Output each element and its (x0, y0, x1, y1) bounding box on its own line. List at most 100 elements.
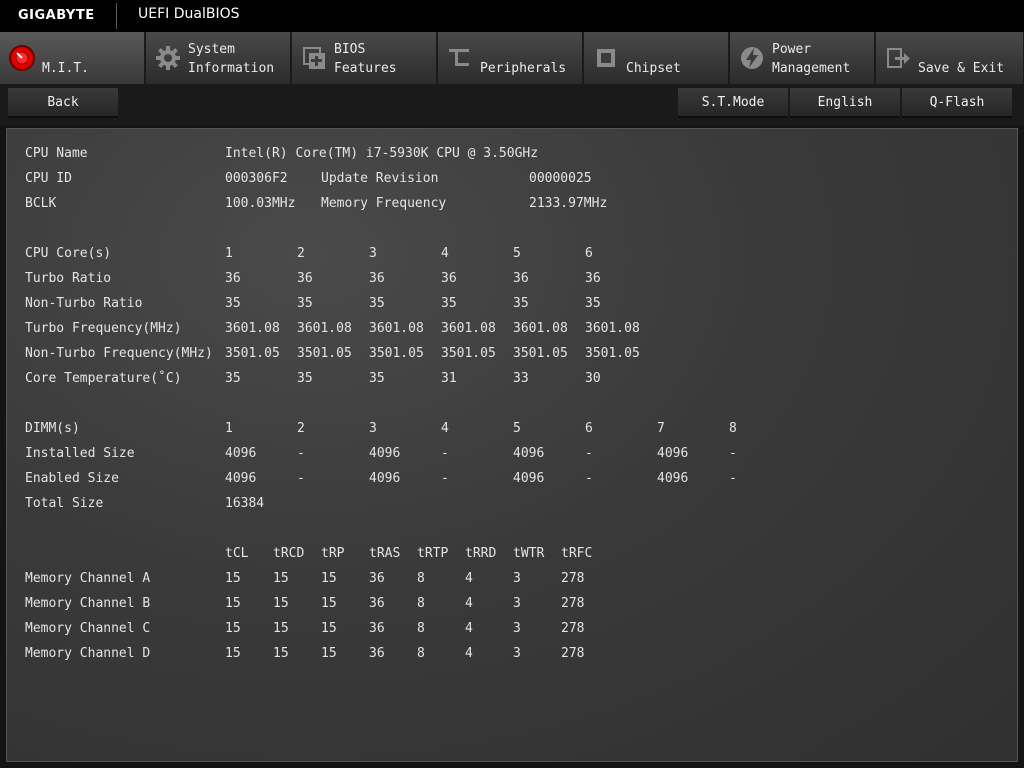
tab-save-exit-label: Save & Exit (918, 61, 1005, 76)
dimm-header-cell: 1 (225, 421, 233, 436)
toolbar: Back S.T.Mode English Q-Flash (0, 84, 1024, 126)
timing-cell: 36 (369, 646, 385, 661)
timing-cell: 15 (225, 596, 241, 611)
power-icon (738, 44, 766, 72)
brand-logo: GIGABYTE (18, 8, 95, 23)
timing-cell: 15 (321, 596, 337, 611)
timing-cell: 15 (321, 621, 337, 636)
installed-size-cell: - (297, 446, 305, 461)
tab-save-exit[interactable]: Save & Exit (876, 32, 1024, 84)
turbo-ratio-cell: 36 (369, 271, 385, 286)
system-status-panel: CPU Name Intel(R) Core(TM) i7-5930K CPU … (6, 128, 1018, 762)
installed-size-cell: - (585, 446, 593, 461)
dimm-header-cell: 5 (513, 421, 521, 436)
dimm-header-cell: 2 (297, 421, 305, 436)
non-turbo-ratio-label: Non-Turbo Ratio (25, 296, 143, 311)
timing-cell: 15 (225, 621, 241, 636)
core-header-cell: 4 (441, 246, 449, 261)
timing-cell: 36 (369, 571, 385, 586)
tab-mit-label: M.I.T. (42, 61, 89, 76)
non-turbo-ratio-cell: 35 (441, 296, 457, 311)
dimm-header-cell: 8 (729, 421, 737, 436)
non-turbo-ratio-cell: 35 (513, 296, 529, 311)
core-header-cell: 2 (297, 246, 305, 261)
cpu-cores-header-label: CPU Core(s) (25, 246, 112, 261)
turbo-frequency-cell: 3601.08 (585, 321, 640, 336)
timing-cell: 15 (321, 646, 337, 661)
tab-peripherals[interactable]: Peripherals (438, 32, 583, 84)
enabled-size-cell: 4096 (657, 471, 689, 486)
timing-cell: 4 (465, 646, 473, 661)
timing-cell: 278 (561, 571, 585, 586)
update-revision-label: Update Revision (321, 171, 439, 186)
turbo-frequency-cell: 3601.08 (441, 321, 496, 336)
core-temperature-cell: 35 (297, 371, 313, 386)
timing-cell: 4 (465, 571, 473, 586)
dimm-header-cell: 6 (585, 421, 593, 436)
product-title: UEFI DualBIOS (138, 6, 240, 22)
timing-cell: 8 (417, 596, 425, 611)
st-mode-button[interactable]: S.T.Mode (678, 88, 788, 118)
timing-cell: 15 (225, 571, 241, 586)
q-flash-button[interactable]: Q-Flash (902, 88, 1012, 118)
timing-cell: 278 (561, 621, 585, 636)
non-turbo-frequency-cell: 3501.05 (369, 346, 424, 361)
update-revision-value: 00000025 (529, 171, 592, 186)
turbo-ratio-cell: 36 (297, 271, 313, 286)
timing-cell: 15 (225, 646, 241, 661)
timing-cell: 8 (417, 646, 425, 661)
enabled-size-label: Enabled Size (25, 471, 119, 486)
timing-header-cell: tRP (321, 546, 345, 561)
memory-frequency-label: Memory Frequency (321, 196, 447, 211)
non-turbo-ratio-cell: 35 (297, 296, 313, 311)
language-button[interactable]: English (790, 88, 900, 118)
dimm-header-cell: 3 (369, 421, 377, 436)
timing-cell: 4 (465, 596, 473, 611)
tab-bios-features-label: BIOS Features (334, 42, 397, 76)
memory-channel-b-label: Memory Channel B (25, 596, 151, 611)
cpu-name-value: Intel(R) Core(TM) i7-5930K CPU @ 3.50GHz (225, 146, 539, 161)
enabled-size-cell: 4096 (225, 471, 257, 486)
turbo-frequency-label: Turbo Frequency(MHz) (25, 321, 182, 336)
timing-header-cell: tRAS (369, 546, 401, 561)
non-turbo-frequency-label: Non-Turbo Frequency(MHz) (25, 346, 213, 361)
dimm-header-cell: 4 (441, 421, 449, 436)
core-temperature-cell: 33 (513, 371, 529, 386)
tab-chipset[interactable]: Chipset (584, 32, 729, 84)
installed-size-cell: 4096 (225, 446, 257, 461)
enabled-size-cell: - (297, 471, 305, 486)
cpu-id-label: CPU ID (25, 171, 72, 186)
timing-cell: 36 (369, 621, 385, 636)
enabled-size-cell: - (729, 471, 737, 486)
timing-cell: 3 (513, 621, 521, 636)
non-turbo-ratio-cell: 35 (225, 296, 241, 311)
timing-cell: 15 (273, 571, 289, 586)
tab-peripherals-label: Peripherals (480, 61, 567, 76)
tab-system-information-label: System Information (188, 42, 275, 76)
timing-cell: 15 (273, 596, 289, 611)
chip-icon (592, 44, 620, 72)
main-tab-bar: M.I.T. System Information BIOS Features … (0, 32, 1024, 84)
non-turbo-frequency-cell: 3501.05 (513, 346, 568, 361)
timing-header-cell: tRTP (417, 546, 449, 561)
dimm-header-cell: 7 (657, 421, 665, 436)
timing-cell: 278 (561, 596, 585, 611)
peripherals-icon (446, 44, 474, 72)
tab-power-management[interactable]: Power Management (730, 32, 875, 84)
tab-bios-features[interactable]: BIOS Features (292, 32, 437, 84)
timing-header-cell: tRCD (273, 546, 305, 561)
core-temperature-cell: 31 (441, 371, 457, 386)
gear-icon (154, 44, 182, 72)
bclk-value: 100.03MHz (225, 196, 296, 211)
timing-header-cell: tRFC (561, 546, 593, 561)
tab-system-information[interactable]: System Information (146, 32, 291, 84)
turbo-frequency-cell: 3601.08 (513, 321, 568, 336)
back-button[interactable]: Back (8, 88, 118, 118)
turbo-frequency-cell: 3601.08 (369, 321, 424, 336)
memory-channel-c-label: Memory Channel C (25, 621, 151, 636)
timing-header-cell: tWTR (513, 546, 545, 561)
turbo-ratio-cell: 36 (513, 271, 529, 286)
tab-mit[interactable]: M.I.T. (0, 32, 145, 84)
non-turbo-ratio-cell: 35 (369, 296, 385, 311)
turbo-ratio-cell: 36 (441, 271, 457, 286)
